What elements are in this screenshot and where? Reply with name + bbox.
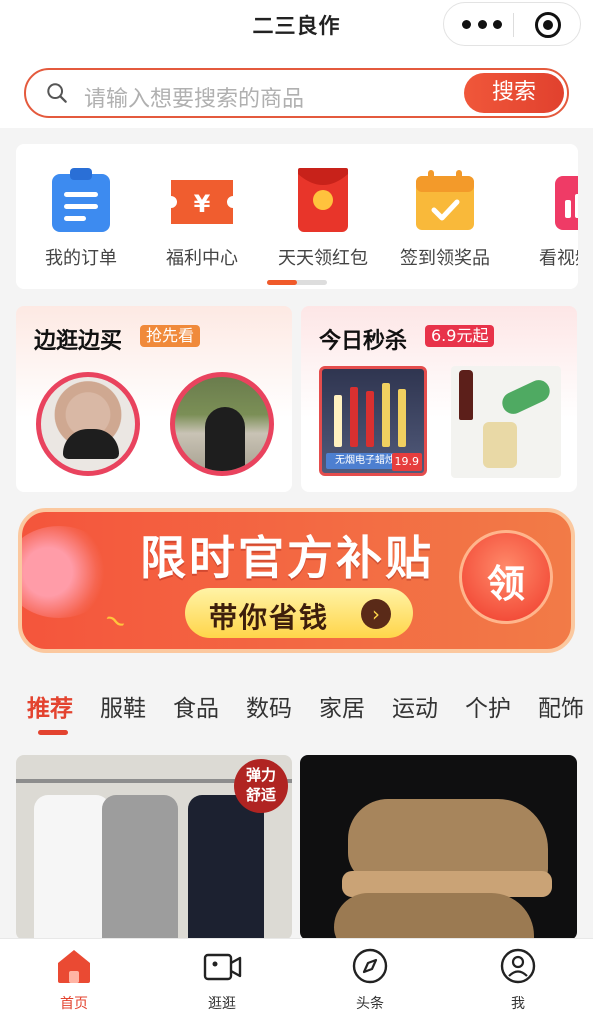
card-title: 今日秒杀 xyxy=(319,329,408,354)
claim-button[interactable]: 领 xyxy=(459,530,553,624)
badge-line: 舒适 xyxy=(245,786,276,804)
svg-text:¥: ¥ xyxy=(194,190,211,218)
nav-headlines[interactable]: 头条 xyxy=(330,947,410,1013)
product-badge: 弹力 舒适 xyxy=(234,759,288,813)
tab-food[interactable]: 食品 xyxy=(173,689,219,723)
subsidy-banner[interactable]: ~ 限时官方补贴 带你省钱 › 领 xyxy=(18,508,575,653)
live-avatar[interactable] xyxy=(36,372,140,476)
nav-browse[interactable]: 逛逛 xyxy=(182,947,262,1013)
capsule-divider xyxy=(513,13,514,37)
scroll-indicator xyxy=(267,280,327,285)
bottom-nav: 首页 逛逛 头条 我 xyxy=(0,938,593,1013)
more-options-icon[interactable] xyxy=(462,13,502,35)
quick-menu: 我的订单 ¥ 福利中心 天天领红包 签到领奖品 看视 xyxy=(16,144,578,289)
compass-icon xyxy=(352,948,388,984)
search-button[interactable]: 搜索 xyxy=(464,73,564,113)
category-tabs: 推荐 服鞋 食品 数码 家居 运动 个护 配饰 xyxy=(0,668,593,738)
coupon-icon: ¥ xyxy=(171,180,233,224)
close-mini-program-icon[interactable] xyxy=(535,12,561,38)
tab-accessories[interactable]: 配饰 xyxy=(538,689,584,723)
decoration: ~ xyxy=(97,600,135,641)
quick-item-red-envelope[interactable]: 天天领红包 xyxy=(263,166,383,270)
save-money-button[interactable]: 带你省钱 › xyxy=(185,588,413,638)
search-input[interactable]: 请输入想要搜索的商品 搜索 xyxy=(24,68,569,118)
quick-item-label: 看视频 xyxy=(539,248,578,269)
search-area: 请输入想要搜索的商品 搜索 xyxy=(0,50,593,128)
badge-line: 弹力 xyxy=(245,766,276,784)
top-bar: 二三良作 xyxy=(0,0,593,50)
search-icon xyxy=(47,83,67,103)
product-card[interactable]: 弹力 舒适 xyxy=(16,755,292,940)
quick-item-checkin[interactable]: 签到领奖品 xyxy=(385,166,505,270)
price-tag: 6.9元起 xyxy=(425,325,495,347)
tab-apparel[interactable]: 服鞋 xyxy=(100,689,146,723)
tab-recommend[interactable]: 推荐 xyxy=(27,689,73,723)
home-icon xyxy=(58,950,90,983)
nav-label: 头条 xyxy=(356,996,384,1012)
tab-sports[interactable]: 运动 xyxy=(392,689,438,723)
flash-sale-card[interactable]: 今日秒杀 6.9元起 无烟电子蜡烛 19.9 xyxy=(301,306,577,492)
video-camera-icon xyxy=(203,953,242,981)
live-avatar[interactable] xyxy=(170,372,274,476)
nav-label: 首页 xyxy=(60,996,88,1012)
browse-buy-card[interactable]: 边逛边买 抢先看 xyxy=(16,306,292,492)
product-image xyxy=(188,795,264,940)
tab-digital[interactable]: 数码 xyxy=(246,689,292,723)
quick-item-video[interactable]: 看视频 xyxy=(506,166,578,270)
quick-item-welfare[interactable]: ¥ 福利中心 xyxy=(142,166,262,270)
tab-personal-care[interactable]: 个护 xyxy=(465,689,511,723)
product-image xyxy=(102,795,178,940)
card-title: 边逛边买 xyxy=(34,329,123,354)
user-icon xyxy=(500,948,536,984)
search-placeholder: 请输入想要搜索的商品 xyxy=(84,87,305,112)
quick-item-label: 签到领奖品 xyxy=(400,248,490,269)
banner-title: 限时官方补贴 xyxy=(140,531,434,585)
nav-home[interactable]: 首页 xyxy=(34,947,114,1013)
calendar-check-icon xyxy=(416,170,474,230)
nav-me[interactable]: 我 xyxy=(478,947,558,1013)
active-tab-indicator xyxy=(38,730,68,735)
nav-label: 逛逛 xyxy=(208,996,236,1012)
product-thumbnail[interactable] xyxy=(451,366,561,478)
quick-item-label: 我的订单 xyxy=(45,248,117,269)
quick-item-label: 福利中心 xyxy=(166,248,238,269)
nav-label: 我 xyxy=(511,996,525,1012)
claim-label: 领 xyxy=(486,562,525,606)
quick-item-orders[interactable]: 我的订单 xyxy=(21,166,141,270)
product-price: 19.9 xyxy=(391,453,422,471)
decoration xyxy=(22,526,114,618)
quick-item-label: 天天领红包 xyxy=(278,248,368,269)
product-thumbnail[interactable]: 无烟电子蜡烛 19.9 xyxy=(319,366,427,476)
product-image xyxy=(34,795,110,940)
chevron-right-icon: › xyxy=(361,599,391,629)
card-tag: 抢先看 xyxy=(140,325,201,347)
product-image xyxy=(334,893,534,940)
video-chart-icon xyxy=(555,176,578,230)
red-envelope-icon xyxy=(298,168,348,232)
mini-program-capsule xyxy=(443,2,581,46)
clipboard-icon xyxy=(52,168,110,232)
tab-home[interactable]: 家居 xyxy=(319,689,365,723)
banner-subtitle: 带你省钱 xyxy=(209,601,330,634)
product-card[interactable] xyxy=(300,755,577,940)
